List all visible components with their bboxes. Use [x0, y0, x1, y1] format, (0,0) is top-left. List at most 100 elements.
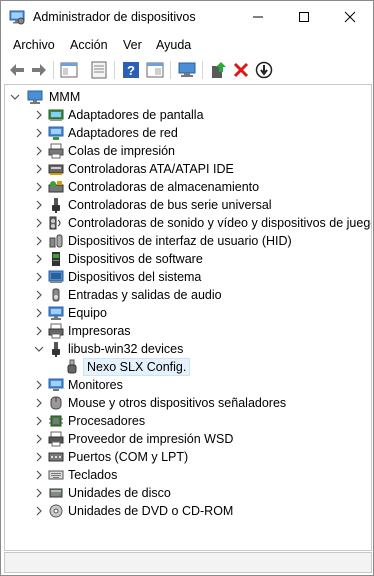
- menu-bar: Archivo Acción Ver Ayuda: [1, 34, 373, 56]
- uninstall-icon[interactable]: [231, 60, 251, 80]
- expand-chevron-icon[interactable]: [33, 214, 45, 232]
- collapse-chevron-icon[interactable]: [9, 88, 21, 106]
- tree-category[interactable]: Adaptadores de pantalla: [5, 106, 369, 124]
- ide-controller-icon: [48, 164, 64, 175]
- tree-category[interactable]: Dispositivos de software: [5, 250, 369, 268]
- processor-icon: [49, 415, 63, 427]
- help-icon[interactable]: ?: [121, 60, 141, 80]
- menu-ayuda[interactable]: Ayuda: [156, 38, 191, 52]
- collapse-chevron-icon[interactable]: [33, 340, 45, 358]
- expand-chevron-icon[interactable]: [33, 448, 45, 466]
- view-icon[interactable]: [145, 60, 165, 80]
- expand-chevron-icon[interactable]: [33, 232, 45, 250]
- computer-icon[interactable]: [177, 60, 197, 80]
- tree-category[interactable]: Puertos (COM y LPT): [5, 448, 369, 466]
- menu-accion[interactable]: Acción: [70, 38, 108, 52]
- tree-category[interactable]: Proveedor de impresión WSD: [5, 430, 369, 448]
- expand-chevron-icon[interactable]: [33, 394, 45, 412]
- tree-category[interactable]: libusb-win32 devices: [5, 340, 369, 358]
- expand-chevron-icon[interactable]: [33, 466, 45, 484]
- tree-category-label: Teclados: [68, 468, 118, 482]
- tree-category[interactable]: Controladoras de bus serie universal: [5, 196, 369, 214]
- maximize-button[interactable]: [281, 1, 327, 34]
- expand-chevron-icon[interactable]: [33, 124, 45, 142]
- tree-category[interactable]: Dispositivos de interfaz de usuario (HID…: [5, 232, 369, 250]
- minimize-button[interactable]: [235, 1, 281, 34]
- software-device-icon: [52, 252, 60, 266]
- expand-chevron-icon[interactable]: [33, 106, 45, 124]
- system-device-icon: [48, 270, 64, 283]
- close-icon: [344, 11, 356, 23]
- expand-chevron-icon[interactable]: [33, 430, 45, 448]
- expand-chevron-icon[interactable]: [33, 286, 45, 304]
- tree-category-label: Dispositivos del sistema: [68, 270, 202, 284]
- computer-icon: [48, 306, 64, 320]
- tree-category-label: Puertos (COM y LPT): [68, 450, 189, 464]
- forward-icon[interactable]: [29, 60, 49, 80]
- show-hide-tree-icon[interactable]: [59, 60, 79, 80]
- tree-category[interactable]: Mouse y otros dispositivos señaladores: [5, 394, 369, 412]
- tree-category-label: Adaptadores de pantalla: [68, 108, 204, 122]
- back-icon[interactable]: [7, 60, 27, 80]
- tree-category[interactable]: Monitores: [5, 376, 369, 394]
- tree-device-label: Nexo SLX Config.: [83, 358, 191, 376]
- root-computer-icon: [27, 90, 43, 104]
- tree-category[interactable]: Procesadores: [5, 412, 369, 430]
- expand-chevron-icon[interactable]: [33, 178, 45, 196]
- toolbar-separator: [114, 61, 115, 79]
- close-button[interactable]: [327, 1, 373, 34]
- tree-category[interactable]: Unidades de disco: [5, 484, 369, 502]
- toolbar-separator: [53, 61, 54, 79]
- device-manager-icon: [9, 10, 25, 25]
- tree-category[interactable]: Entradas y salidas de audio: [5, 286, 369, 304]
- expand-chevron-icon[interactable]: [33, 250, 45, 268]
- tree-category-label: Adaptadores de red: [68, 126, 178, 140]
- expand-chevron-icon[interactable]: [33, 196, 45, 214]
- device-tree[interactable]: MMM Adaptadores de pantalla Adaptadores de…: [4, 84, 372, 551]
- tree-root[interactable]: MMM: [5, 88, 369, 106]
- tree-category-label: Colas de impresión: [68, 144, 175, 158]
- hid-icon: [49, 234, 63, 248]
- expand-chevron-icon[interactable]: [33, 484, 45, 502]
- tree-category-label: Mouse y otros dispositivos señaladores: [68, 396, 287, 410]
- storage-controller-icon: [48, 181, 64, 193]
- title-bar[interactable]: Administrador de dispositivos: [1, 1, 373, 34]
- port-icon: [48, 452, 64, 462]
- menu-ver[interactable]: Ver: [123, 38, 142, 52]
- properties-icon[interactable]: [89, 60, 109, 80]
- tree-category[interactable]: Unidades de DVD o CD-ROM: [5, 502, 369, 520]
- tree-category[interactable]: Controladoras ATA/ATAPI IDE: [5, 160, 369, 178]
- disable-device-icon[interactable]: [254, 60, 274, 80]
- tree-category[interactable]: Equipo: [5, 304, 369, 322]
- update-driver-icon[interactable]: [209, 60, 229, 80]
- tree-category[interactable]: Adaptadores de red: [5, 124, 369, 142]
- tree-category[interactable]: Colas de impresión: [5, 142, 369, 160]
- print-queue-icon: [48, 143, 64, 159]
- tree-category[interactable]: Teclados: [5, 466, 369, 484]
- display-adapter-icon: [48, 109, 64, 121]
- expand-chevron-icon[interactable]: [33, 268, 45, 286]
- menu-archivo[interactable]: Archivo: [13, 38, 55, 52]
- tree-category-label: Unidades de disco: [68, 486, 171, 500]
- tree-category-label: Procesadores: [68, 414, 146, 428]
- expand-chevron-icon[interactable]: [33, 304, 45, 322]
- tree-device[interactable]: Nexo SLX Config.: [5, 358, 369, 376]
- window-title: Administrador de dispositivos: [33, 10, 196, 24]
- expand-chevron-icon[interactable]: [33, 142, 45, 160]
- tree-category[interactable]: Impresoras: [5, 322, 369, 340]
- printer-icon: [48, 323, 64, 339]
- toolbar-separator: [202, 61, 203, 79]
- tree-category[interactable]: Controladoras de sonido y vídeo y dispos…: [5, 214, 371, 232]
- tree-category-label: Impresoras: [68, 324, 131, 338]
- network-adapter-icon: [48, 126, 64, 140]
- expand-chevron-icon[interactable]: [33, 160, 45, 178]
- expand-chevron-icon[interactable]: [33, 376, 45, 394]
- expand-chevron-icon[interactable]: [33, 502, 45, 520]
- tree-category-label: Unidades de DVD o CD-ROM: [68, 504, 234, 518]
- expand-chevron-icon[interactable]: [33, 322, 45, 340]
- tree-category[interactable]: Dispositivos del sistema: [5, 268, 369, 286]
- audio-io-icon: [52, 288, 60, 302]
- expand-chevron-icon[interactable]: [33, 412, 45, 430]
- tree-category[interactable]: Controladoras de almacenamiento: [5, 178, 369, 196]
- usb-icon: [52, 198, 60, 213]
